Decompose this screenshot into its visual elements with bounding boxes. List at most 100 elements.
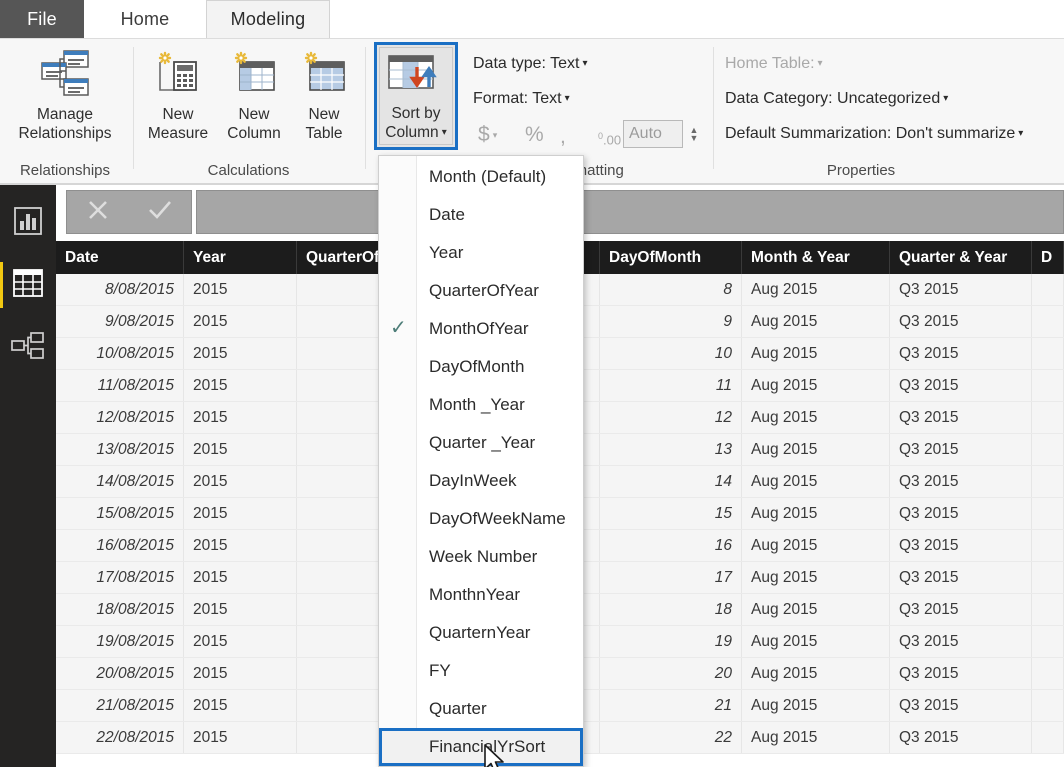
sidebar-item-model-view[interactable] — [0, 316, 56, 378]
table-cell[interactable]: 15 — [600, 498, 742, 529]
table-cell[interactable]: 17 — [600, 562, 742, 593]
table-cell[interactable]: Aug 2015 — [742, 690, 890, 721]
table-cell[interactable]: Q3 2015 — [890, 306, 1032, 337]
column-header[interactable]: Year — [184, 241, 297, 274]
table-cell[interactable]: Q3 2015 — [890, 626, 1032, 657]
table-cell[interactable]: 2015 — [184, 626, 297, 657]
table-cell[interactable]: Q3 2015 — [890, 722, 1032, 753]
dropdown-item[interactable]: Month _Year — [379, 386, 583, 424]
table-cell[interactable] — [1032, 306, 1064, 337]
table-cell[interactable]: Aug 2015 — [742, 306, 890, 337]
table-cell[interactable]: Q3 2015 — [890, 402, 1032, 433]
table-cell[interactable]: 2015 — [184, 562, 297, 593]
table-cell[interactable]: 12/08/2015 — [56, 402, 184, 433]
decimal-places-button[interactable]: 0.00 — [598, 131, 621, 147]
dropdown-item[interactable]: Quarter — [379, 690, 583, 728]
column-header[interactable]: Quarter & Year — [890, 241, 1032, 274]
format-control[interactable]: Format: Text ▾ — [473, 90, 570, 108]
column-header[interactable]: Date — [56, 241, 184, 274]
table-cell[interactable]: 2015 — [184, 402, 297, 433]
table-cell[interactable]: 2015 — [184, 274, 297, 305]
tab-home[interactable]: Home — [84, 0, 206, 38]
tab-modeling[interactable]: Modeling — [206, 0, 330, 38]
table-cell[interactable]: 2015 — [184, 658, 297, 689]
table-cell[interactable]: Aug 2015 — [742, 274, 890, 305]
sidebar-item-report-view[interactable] — [0, 192, 56, 254]
table-cell[interactable]: Q3 2015 — [890, 434, 1032, 465]
table-cell[interactable]: 13 — [600, 434, 742, 465]
table-cell[interactable]: 12 — [600, 402, 742, 433]
table-cell[interactable]: 20 — [600, 658, 742, 689]
table-cell[interactable]: 2015 — [184, 338, 297, 369]
table-cell[interactable]: 2015 — [184, 594, 297, 625]
table-cell[interactable] — [1032, 338, 1064, 369]
table-cell[interactable]: Q3 2015 — [890, 690, 1032, 721]
percent-format-button[interactable]: % — [525, 123, 544, 147]
table-cell[interactable] — [1032, 690, 1064, 721]
data-category-control[interactable]: Data Category: Uncategorized ▾ — [725, 90, 948, 108]
table-cell[interactable]: 8/08/2015 — [56, 274, 184, 305]
table-cell[interactable]: 2015 — [184, 498, 297, 529]
table-cell[interactable]: 10 — [600, 338, 742, 369]
tab-file[interactable]: File — [0, 0, 84, 38]
table-cell[interactable] — [1032, 274, 1064, 305]
currency-format-button[interactable]: $ ▾ — [478, 123, 497, 147]
table-cell[interactable] — [1032, 370, 1064, 401]
table-cell[interactable]: Aug 2015 — [742, 466, 890, 497]
table-cell[interactable]: Aug 2015 — [742, 658, 890, 689]
table-cell[interactable]: 2015 — [184, 690, 297, 721]
table-cell[interactable] — [1032, 658, 1064, 689]
table-cell[interactable] — [1032, 722, 1064, 753]
manage-relationships-button[interactable]: Manage Relationships — [10, 45, 120, 143]
table-cell[interactable]: Aug 2015 — [742, 722, 890, 753]
table-cell[interactable]: 8 — [600, 274, 742, 305]
table-cell[interactable]: Q3 2015 — [890, 370, 1032, 401]
table-cell[interactable]: Q3 2015 — [890, 274, 1032, 305]
table-cell[interactable]: 21/08/2015 — [56, 690, 184, 721]
dropdown-item[interactable]: Month (Default) — [379, 158, 583, 196]
table-cell[interactable]: 22 — [600, 722, 742, 753]
dropdown-item[interactable]: DayOfWeekName — [379, 500, 583, 538]
table-cell[interactable]: Q3 2015 — [890, 562, 1032, 593]
table-cell[interactable]: 19/08/2015 — [56, 626, 184, 657]
dropdown-item[interactable]: Date — [379, 196, 583, 234]
dropdown-item[interactable]: DayInWeek — [379, 462, 583, 500]
table-cell[interactable]: 2015 — [184, 466, 297, 497]
table-cell[interactable]: 22/08/2015 — [56, 722, 184, 753]
table-cell[interactable] — [1032, 466, 1064, 497]
dropdown-item[interactable]: MonthnYear — [379, 576, 583, 614]
column-header[interactable]: DayOfMonth — [600, 241, 742, 274]
table-cell[interactable]: 16/08/2015 — [56, 530, 184, 561]
table-cell[interactable]: 17/08/2015 — [56, 562, 184, 593]
table-cell[interactable]: 19 — [600, 626, 742, 657]
table-cell[interactable]: Aug 2015 — [742, 338, 890, 369]
table-cell[interactable] — [1032, 498, 1064, 529]
table-cell[interactable]: 18 — [600, 594, 742, 625]
table-cell[interactable]: 10/08/2015 — [56, 338, 184, 369]
table-cell[interactable]: 2015 — [184, 434, 297, 465]
table-cell[interactable]: Aug 2015 — [742, 498, 890, 529]
table-cell[interactable]: 16 — [600, 530, 742, 561]
thousands-separator-button[interactable]: , — [560, 125, 566, 149]
table-cell[interactable] — [1032, 402, 1064, 433]
table-cell[interactable]: 2015 — [184, 530, 297, 561]
confirm-check-icon[interactable] — [146, 197, 174, 228]
new-measure-button[interactable]: New Measure — [140, 45, 216, 143]
table-cell[interactable]: 14/08/2015 — [56, 466, 184, 497]
table-cell[interactable]: Q3 2015 — [890, 466, 1032, 497]
dropdown-item[interactable]: ✓ MonthOfYear — [379, 310, 583, 348]
table-cell[interactable]: 15/08/2015 — [56, 498, 184, 529]
default-summarization-control[interactable]: Default Summarization: Don't summarize ▾ — [725, 125, 1023, 143]
table-cell[interactable]: Q3 2015 — [890, 498, 1032, 529]
dropdown-item[interactable]: QuarterOfYear — [379, 272, 583, 310]
dropdown-item[interactable]: QuarternYear — [379, 614, 583, 652]
table-cell[interactable]: Aug 2015 — [742, 370, 890, 401]
table-cell[interactable]: 11/08/2015 — [56, 370, 184, 401]
table-cell[interactable]: Aug 2015 — [742, 530, 890, 561]
table-cell[interactable]: Aug 2015 — [742, 626, 890, 657]
data-type-control[interactable]: Data type: Text ▾ — [473, 55, 587, 73]
table-cell[interactable]: Aug 2015 — [742, 562, 890, 593]
table-cell[interactable]: 9/08/2015 — [56, 306, 184, 337]
table-cell[interactable]: 14 — [600, 466, 742, 497]
table-cell[interactable]: 20/08/2015 — [56, 658, 184, 689]
